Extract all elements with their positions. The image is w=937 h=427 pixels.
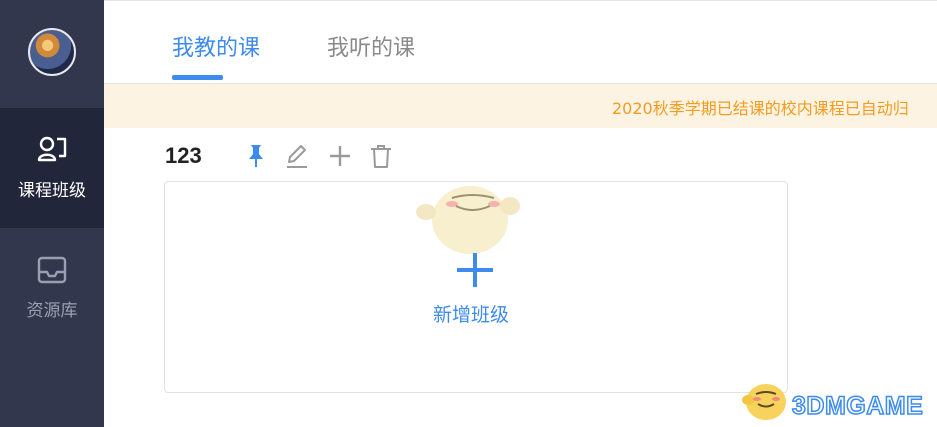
active-tab-indicator: [172, 75, 223, 80]
tab-attending-courses[interactable]: 我听的课: [327, 30, 415, 62]
user-avatar[interactable]: [28, 28, 76, 76]
delete-icon[interactable]: [368, 142, 394, 170]
top-border: [104, 0, 937, 1]
watermark-bird-logo: [742, 384, 786, 420]
course-icon: [37, 136, 67, 162]
add-class-label[interactable]: 新增班级: [433, 300, 509, 327]
notice-banner: 2020秋季学期已结课的校内课程已自动归: [104, 84, 937, 128]
add-class-icon[interactable]: [455, 251, 495, 289]
tab-teaching-courses[interactable]: 我教的课: [172, 30, 260, 62]
mascot-watermark: [416, 186, 520, 254]
inbox-icon: [37, 256, 67, 284]
notice-text: 2020秋季学期已结课的校内课程已自动归: [612, 99, 909, 118]
sidebar-item-label: 资源库: [26, 301, 78, 321]
edit-icon[interactable]: [284, 142, 310, 170]
sidebar: 课程班级 资源库: [0, 0, 104, 427]
add-icon[interactable]: [327, 142, 353, 170]
watermark-text: 3DMGAME: [791, 391, 924, 421]
sidebar-item-course-class[interactable]: 课程班级: [0, 108, 104, 228]
sidebar-item-resource-library[interactable]: 资源库: [0, 228, 104, 348]
sidebar-item-label: 课程班级: [18, 181, 86, 201]
pin-icon[interactable]: [243, 142, 269, 170]
class-name: 123: [165, 143, 202, 168]
